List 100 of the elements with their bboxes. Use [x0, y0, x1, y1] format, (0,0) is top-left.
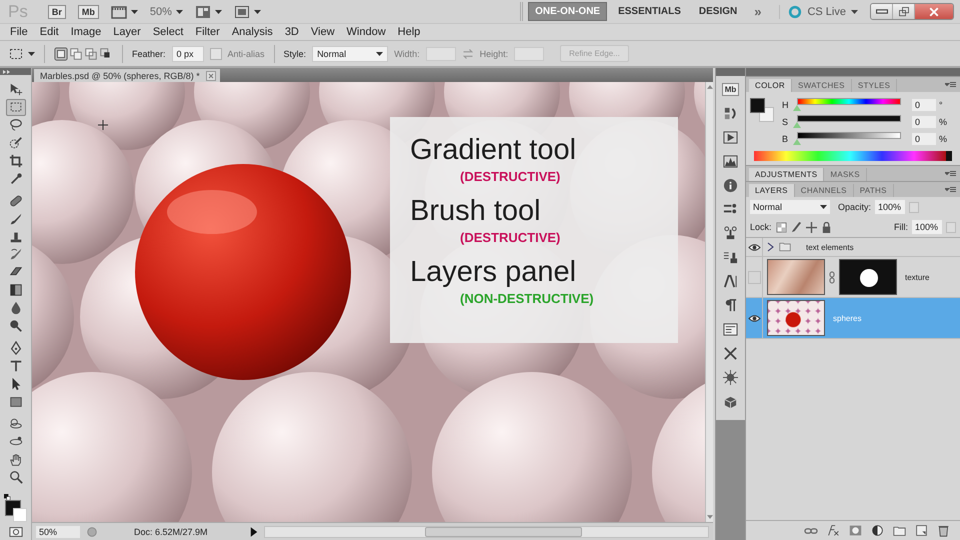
width-field[interactable] [426, 46, 456, 60]
info-icon [723, 178, 738, 193]
style-dropdown[interactable]: Normal [312, 46, 388, 62]
slider-label: B [782, 134, 790, 144]
panel-menu-icon [945, 186, 956, 192]
pen-icon [8, 341, 22, 356]
dodge-icon [8, 318, 22, 333]
document-tab[interactable]: Marbles.psd @ 50% (spheres, RGB/8) * [34, 69, 220, 82]
caret-icon [254, 10, 261, 14]
scrollbar-thumb[interactable] [425, 526, 582, 536]
menu-item[interactable]: 3D [278, 26, 305, 38]
visibility-toggle[interactable] [748, 270, 760, 284]
background-color-swatch[interactable] [12, 508, 26, 522]
blend-mode-dropdown[interactable]: Normal [750, 200, 830, 214]
panel-tab[interactable]: PATHS [854, 184, 894, 197]
down-arrow-icon [706, 514, 712, 520]
play-arrow-icon [250, 526, 258, 536]
fill-field[interactable]: 100% [912, 220, 942, 234]
layer-row[interactable]: text elements [746, 238, 960, 257]
close-button[interactable] [915, 4, 953, 19]
half-circle-button[interactable] [871, 524, 884, 537]
rotate-3d-icon [8, 416, 22, 431]
color-spectrum-bar[interactable] [754, 151, 952, 161]
arrange-documents-button[interactable] [194, 4, 222, 20]
menu-item[interactable]: Select [146, 26, 190, 38]
gradient-icon [8, 283, 22, 297]
workspace-tab[interactable]: ESSENTIALS [611, 2, 688, 21]
layer-name: text elements [806, 242, 854, 252]
menu-item[interactable]: View [304, 26, 341, 38]
slider-label: S [782, 116, 790, 126]
new-layer-button[interactable] [915, 524, 928, 537]
trash-icon [937, 524, 950, 537]
horizontal-scrollbar[interactable] [264, 526, 709, 538]
fill-slider-button[interactable] [946, 222, 956, 232]
caret-icon [376, 52, 384, 56]
fill-label: Fill: [894, 222, 908, 232]
menu-item[interactable]: Edit [34, 26, 65, 38]
close-icon [928, 6, 940, 18]
panel-tab[interactable]: STYLES [852, 79, 898, 92]
cs-live-button[interactable]: CS Live [779, 4, 858, 18]
new-selection-icon [54, 46, 68, 60]
layer-thumbnail [767, 300, 825, 336]
feather-field[interactable]: 0 px [172, 46, 204, 62]
zoom-field[interactable]: 50% [36, 526, 80, 538]
menu-item[interactable]: Image [64, 26, 108, 38]
vertical-scrollbar[interactable] [705, 82, 713, 522]
panel-tab[interactable]: COLOR [749, 79, 792, 92]
restore-button[interactable] [893, 4, 915, 19]
overlay-note: (DESTRUCTIVE) [460, 169, 560, 184]
value-field[interactable]: 0 [912, 98, 936, 110]
eyedropper-icon [8, 172, 22, 186]
panel-tab[interactable]: LAYERS [749, 184, 795, 197]
overlay-heading: Gradient tool [410, 133, 576, 167]
overlay-heading: Layers panel [410, 255, 576, 289]
screen-mode-button[interactable] [234, 4, 261, 20]
clone-source-icon [723, 226, 738, 241]
mask-button[interactable] [849, 524, 862, 537]
menu-item[interactable]: Window [340, 26, 392, 38]
lock-move-icon [806, 222, 817, 232]
more-workspaces-button[interactable]: » [754, 4, 762, 19]
type-icon [8, 358, 22, 373]
trash-button[interactable] [937, 524, 950, 537]
menu-item[interactable]: Help [392, 26, 426, 38]
crop-icon [8, 154, 22, 168]
folder-button[interactable] [893, 524, 906, 537]
menu-item[interactable]: Analysis [226, 26, 279, 38]
panel-tab[interactable]: SWATCHES [792, 79, 852, 92]
folder-icon [778, 241, 792, 253]
value-field[interactable]: 0 [912, 116, 936, 128]
menu-item[interactable]: Filter [189, 26, 226, 38]
marquee-tool-button[interactable] [6, 98, 26, 116]
height-field[interactable] [514, 46, 544, 60]
bridge-button[interactable]: Br [48, 4, 66, 18]
menu-item[interactable]: Layer [107, 26, 147, 38]
stamp-icon [8, 230, 22, 244]
close-icon [206, 70, 216, 80]
quick-selection-icon [8, 136, 22, 150]
menu-item[interactable]: File [4, 26, 34, 38]
color-swatches-icon [750, 98, 774, 122]
history-brush-icon [8, 247, 22, 262]
minimize-button[interactable] [871, 4, 893, 19]
restore-icon [898, 6, 910, 18]
panel-tab[interactable]: CHANNELS [794, 184, 854, 197]
opacity-field[interactable]: 100% [875, 200, 906, 214]
panel-menu-icon [945, 82, 956, 88]
caret-icon [851, 10, 858, 14]
mini-bridge-button[interactable]: Mb [722, 83, 740, 96]
swap-icon [462, 48, 474, 60]
view-extras-button[interactable] [110, 4, 138, 20]
zoom-level-dropdown[interactable]: 50% [150, 6, 183, 18]
opacity-slider-button[interactable] [909, 202, 920, 212]
lock-transparency-icon [776, 222, 787, 232]
value-field[interactable]: 0 [912, 132, 936, 144]
ring-icon [788, 4, 802, 18]
layer-row[interactable]: texture [746, 257, 960, 298]
workspace-tab[interactable]: DESIGN [692, 2, 744, 21]
panel-tab[interactable]: ADJUSTMENTS [749, 168, 824, 181]
mini-bridge-button[interactable]: Mb [78, 4, 99, 18]
effects-button[interactable] [827, 524, 840, 537]
screen-icon [234, 4, 250, 20]
